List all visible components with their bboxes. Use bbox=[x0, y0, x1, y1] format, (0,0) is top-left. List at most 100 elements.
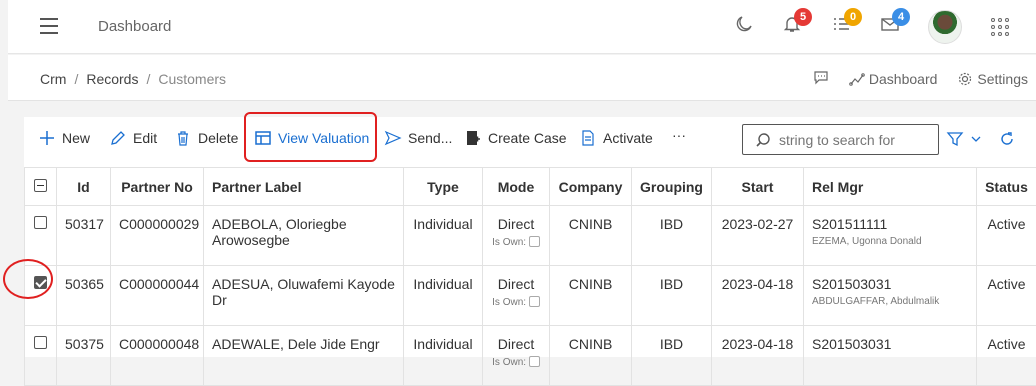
cell-start: 2023-02-27 bbox=[712, 206, 804, 266]
filter-button[interactable] bbox=[946, 130, 982, 148]
more-button[interactable]: ··· bbox=[672, 127, 686, 143]
dashboard-link-label: Dashboard bbox=[869, 71, 938, 87]
top-bar: Dashboard 5 0 4 bbox=[8, 0, 1036, 54]
checkbox-annotation-circle bbox=[3, 259, 53, 299]
settings-link[interactable]: Settings bbox=[957, 71, 1028, 87]
search-icon bbox=[755, 132, 771, 148]
new-button-label: New bbox=[62, 130, 90, 146]
delete-button[interactable]: Delete bbox=[174, 129, 238, 147]
activate-button[interactable]: Activate bbox=[579, 129, 653, 147]
col-grouping[interactable]: Grouping bbox=[632, 168, 712, 206]
row-checkbox[interactable] bbox=[34, 336, 47, 349]
table-row[interactable]: 50365 C000000044 ADESUA, Oluwafemi Kayod… bbox=[25, 266, 1036, 326]
breadcrumb-crm[interactable]: Crm bbox=[40, 71, 66, 87]
breadcrumb-customers: Customers bbox=[158, 71, 226, 87]
menu-icon[interactable] bbox=[40, 18, 58, 34]
cell-company: CNINB bbox=[550, 206, 632, 266]
cell-mode: DirectIs Own: bbox=[483, 206, 550, 266]
cell-rel-mgr: S201503031 bbox=[804, 326, 977, 386]
delete-button-label: Delete bbox=[198, 130, 238, 146]
edit-button-label: Edit bbox=[133, 130, 157, 146]
row-checkbox[interactable] bbox=[34, 216, 47, 229]
search-box[interactable] bbox=[742, 124, 939, 155]
cell-partner-no: C000000048 bbox=[111, 326, 204, 386]
col-id[interactable]: Id bbox=[57, 168, 111, 206]
is-own-checkbox bbox=[529, 356, 540, 367]
more-label: ··· bbox=[672, 127, 686, 143]
send-button[interactable]: Send... bbox=[384, 129, 452, 147]
cell-grouping: IBD bbox=[632, 326, 712, 386]
select-all-header[interactable] bbox=[25, 168, 57, 206]
case-icon bbox=[464, 129, 482, 147]
is-own-label: Is Own: bbox=[492, 297, 526, 308]
breadcrumb-records[interactable]: Records bbox=[86, 71, 138, 87]
col-rel-mgr[interactable]: Rel Mgr bbox=[804, 168, 977, 206]
moon-icon[interactable] bbox=[734, 14, 758, 38]
mail-icon[interactable]: 4 bbox=[880, 14, 904, 38]
is-own-checkbox bbox=[529, 236, 540, 247]
apps-grid-icon[interactable] bbox=[991, 18, 1009, 36]
select-all-checkbox[interactable] bbox=[34, 179, 47, 192]
col-mode[interactable]: Mode bbox=[483, 168, 550, 206]
search-input[interactable] bbox=[779, 132, 929, 148]
trash-icon bbox=[174, 129, 192, 147]
mode-value: Direct bbox=[491, 276, 541, 292]
dashboard-link[interactable]: Dashboard bbox=[849, 71, 938, 87]
col-status[interactable]: Status bbox=[977, 168, 1036, 206]
cell-company: CNINB bbox=[550, 266, 632, 326]
cell-grouping: IBD bbox=[632, 206, 712, 266]
send-icon bbox=[384, 129, 402, 147]
send-button-label: Send... bbox=[408, 130, 452, 146]
mail-badge: 4 bbox=[892, 8, 910, 26]
edit-button[interactable]: Edit bbox=[109, 129, 157, 147]
app-title: Dashboard bbox=[98, 18, 171, 35]
avatar[interactable] bbox=[928, 10, 962, 44]
refresh-button[interactable] bbox=[998, 130, 1016, 148]
table-row[interactable]: 50317 C000000029 ADEBOLA, Oloriegbe Arow… bbox=[25, 206, 1036, 266]
view-valuation-annotation bbox=[244, 112, 377, 162]
table-header-row: Id Partner No Partner Label Type Mode Co… bbox=[25, 168, 1036, 206]
cell-rel-mgr: S201511111EZEMA, Ugonna Donald bbox=[804, 206, 977, 266]
col-company[interactable]: Company bbox=[550, 168, 632, 206]
bell-icon[interactable]: 5 bbox=[782, 14, 806, 38]
mode-value: Direct bbox=[491, 216, 541, 232]
cell-partner-label: ADESUA, Oluwafemi Kayode Dr bbox=[204, 266, 404, 326]
rel-mgr-code: S201503031 bbox=[812, 276, 968, 292]
col-partner-no[interactable]: Partner No bbox=[111, 168, 204, 206]
comment-icon[interactable] bbox=[813, 69, 829, 88]
rel-mgr-code: S201503031 bbox=[812, 336, 968, 352]
cell-status: Active bbox=[977, 206, 1036, 266]
create-case-label: Create Case bbox=[488, 130, 567, 146]
pencil-icon bbox=[109, 129, 127, 147]
settings-link-label: Settings bbox=[977, 71, 1028, 87]
breadcrumb-bar: Crm/Records/Customers Dashboard Settings bbox=[8, 55, 1036, 101]
cell-rel-mgr: S201503031ABDULGAFFAR, Abdulmalik bbox=[804, 266, 977, 326]
cell-partner-no: C000000044 bbox=[111, 266, 204, 326]
cell-partner-label: ADEBOLA, Oloriegbe Arowosegbe bbox=[204, 206, 404, 266]
is-own-label: Is Own: bbox=[492, 357, 526, 368]
refresh-icon bbox=[998, 130, 1016, 148]
cell-id: 50317 bbox=[57, 206, 111, 266]
mode-value: Direct bbox=[491, 336, 541, 352]
breadcrumb: Crm/Records/Customers bbox=[40, 71, 226, 87]
activate-button-label: Activate bbox=[603, 130, 653, 146]
create-case-button[interactable]: Create Case bbox=[464, 129, 567, 147]
chevron-down-icon bbox=[970, 133, 982, 145]
col-start[interactable]: Start bbox=[712, 168, 804, 206]
cell-start: 2023-04-18 bbox=[712, 326, 804, 386]
col-partner-label[interactable]: Partner Label bbox=[204, 168, 404, 206]
cell-type: Individual bbox=[404, 206, 483, 266]
bell-badge: 5 bbox=[794, 8, 812, 26]
col-type[interactable]: Type bbox=[404, 168, 483, 206]
cell-id: 50365 bbox=[57, 266, 111, 326]
cell-status: Active bbox=[977, 326, 1036, 386]
cell-partner-no: C000000029 bbox=[111, 206, 204, 266]
new-button[interactable]: New bbox=[38, 129, 90, 147]
customers-table: Id Partner No Partner Label Type Mode Co… bbox=[24, 167, 1036, 386]
plus-icon bbox=[38, 129, 56, 147]
tasks-badge: 0 bbox=[844, 8, 862, 26]
tasks-icon[interactable]: 0 bbox=[832, 14, 856, 38]
gear-icon bbox=[957, 71, 973, 87]
cell-status: Active bbox=[977, 266, 1036, 326]
table-row[interactable]: 50375 C000000048 ADEWALE, Dele Jide Engr… bbox=[25, 326, 1036, 386]
